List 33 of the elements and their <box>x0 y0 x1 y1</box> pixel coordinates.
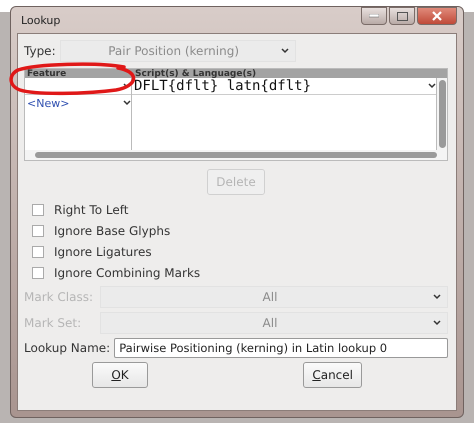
chevron-icon <box>433 320 441 326</box>
column-header: Feature <box>26 69 68 78</box>
checkbox[interactable] <box>32 204 44 216</box>
minimize-icon <box>369 14 379 18</box>
select-label: Mark Class: <box>24 290 94 304</box>
window-title: Lookup <box>21 14 60 26</box>
minimize-button[interactable] <box>361 7 387 25</box>
select-label: Mark Set: <box>24 316 82 330</box>
checkbox-label: Ignore Combining Marks <box>54 266 200 280</box>
horizontal-scrollbar[interactable] <box>25 150 447 160</box>
close-button[interactable] <box>417 7 457 25</box>
lookup-name-label: Lookup Name: <box>24 341 110 355</box>
cancel-button[interactable]: Cancel <box>303 362 362 388</box>
maximize-button[interactable] <box>389 7 415 25</box>
checkbox-label: Ignore Ligatures <box>54 245 152 259</box>
column-header: Script(s) & Language(s) <box>134 69 258 78</box>
chevron-icon <box>280 48 289 54</box>
type-label: Type: <box>24 44 56 58</box>
checkbox[interactable] <box>32 267 44 279</box>
lookup-name-field[interactable]: Pairwise Positioning (kerning) in Latin lookup 0 <box>114 338 448 358</box>
chevron-icon <box>428 83 436 89</box>
feature-new-item[interactable]: <New> <box>27 96 123 110</box>
close-icon <box>432 11 442 21</box>
checkbox-label: Right To Left <box>54 203 128 217</box>
chevron-icon <box>433 294 441 300</box>
checkbox[interactable] <box>32 246 44 258</box>
maximize-icon <box>396 12 408 20</box>
script-combo[interactable]: DFLT{dflt} latn{dflt} <box>132 78 436 95</box>
chevron-icon <box>123 100 131 106</box>
ok-button[interactable]: OK <box>92 362 148 388</box>
checkbox[interactable] <box>32 225 44 237</box>
vertical-scrollbar[interactable] <box>437 78 447 150</box>
checkbox-label: Ignore Base Glyphs <box>54 224 170 238</box>
